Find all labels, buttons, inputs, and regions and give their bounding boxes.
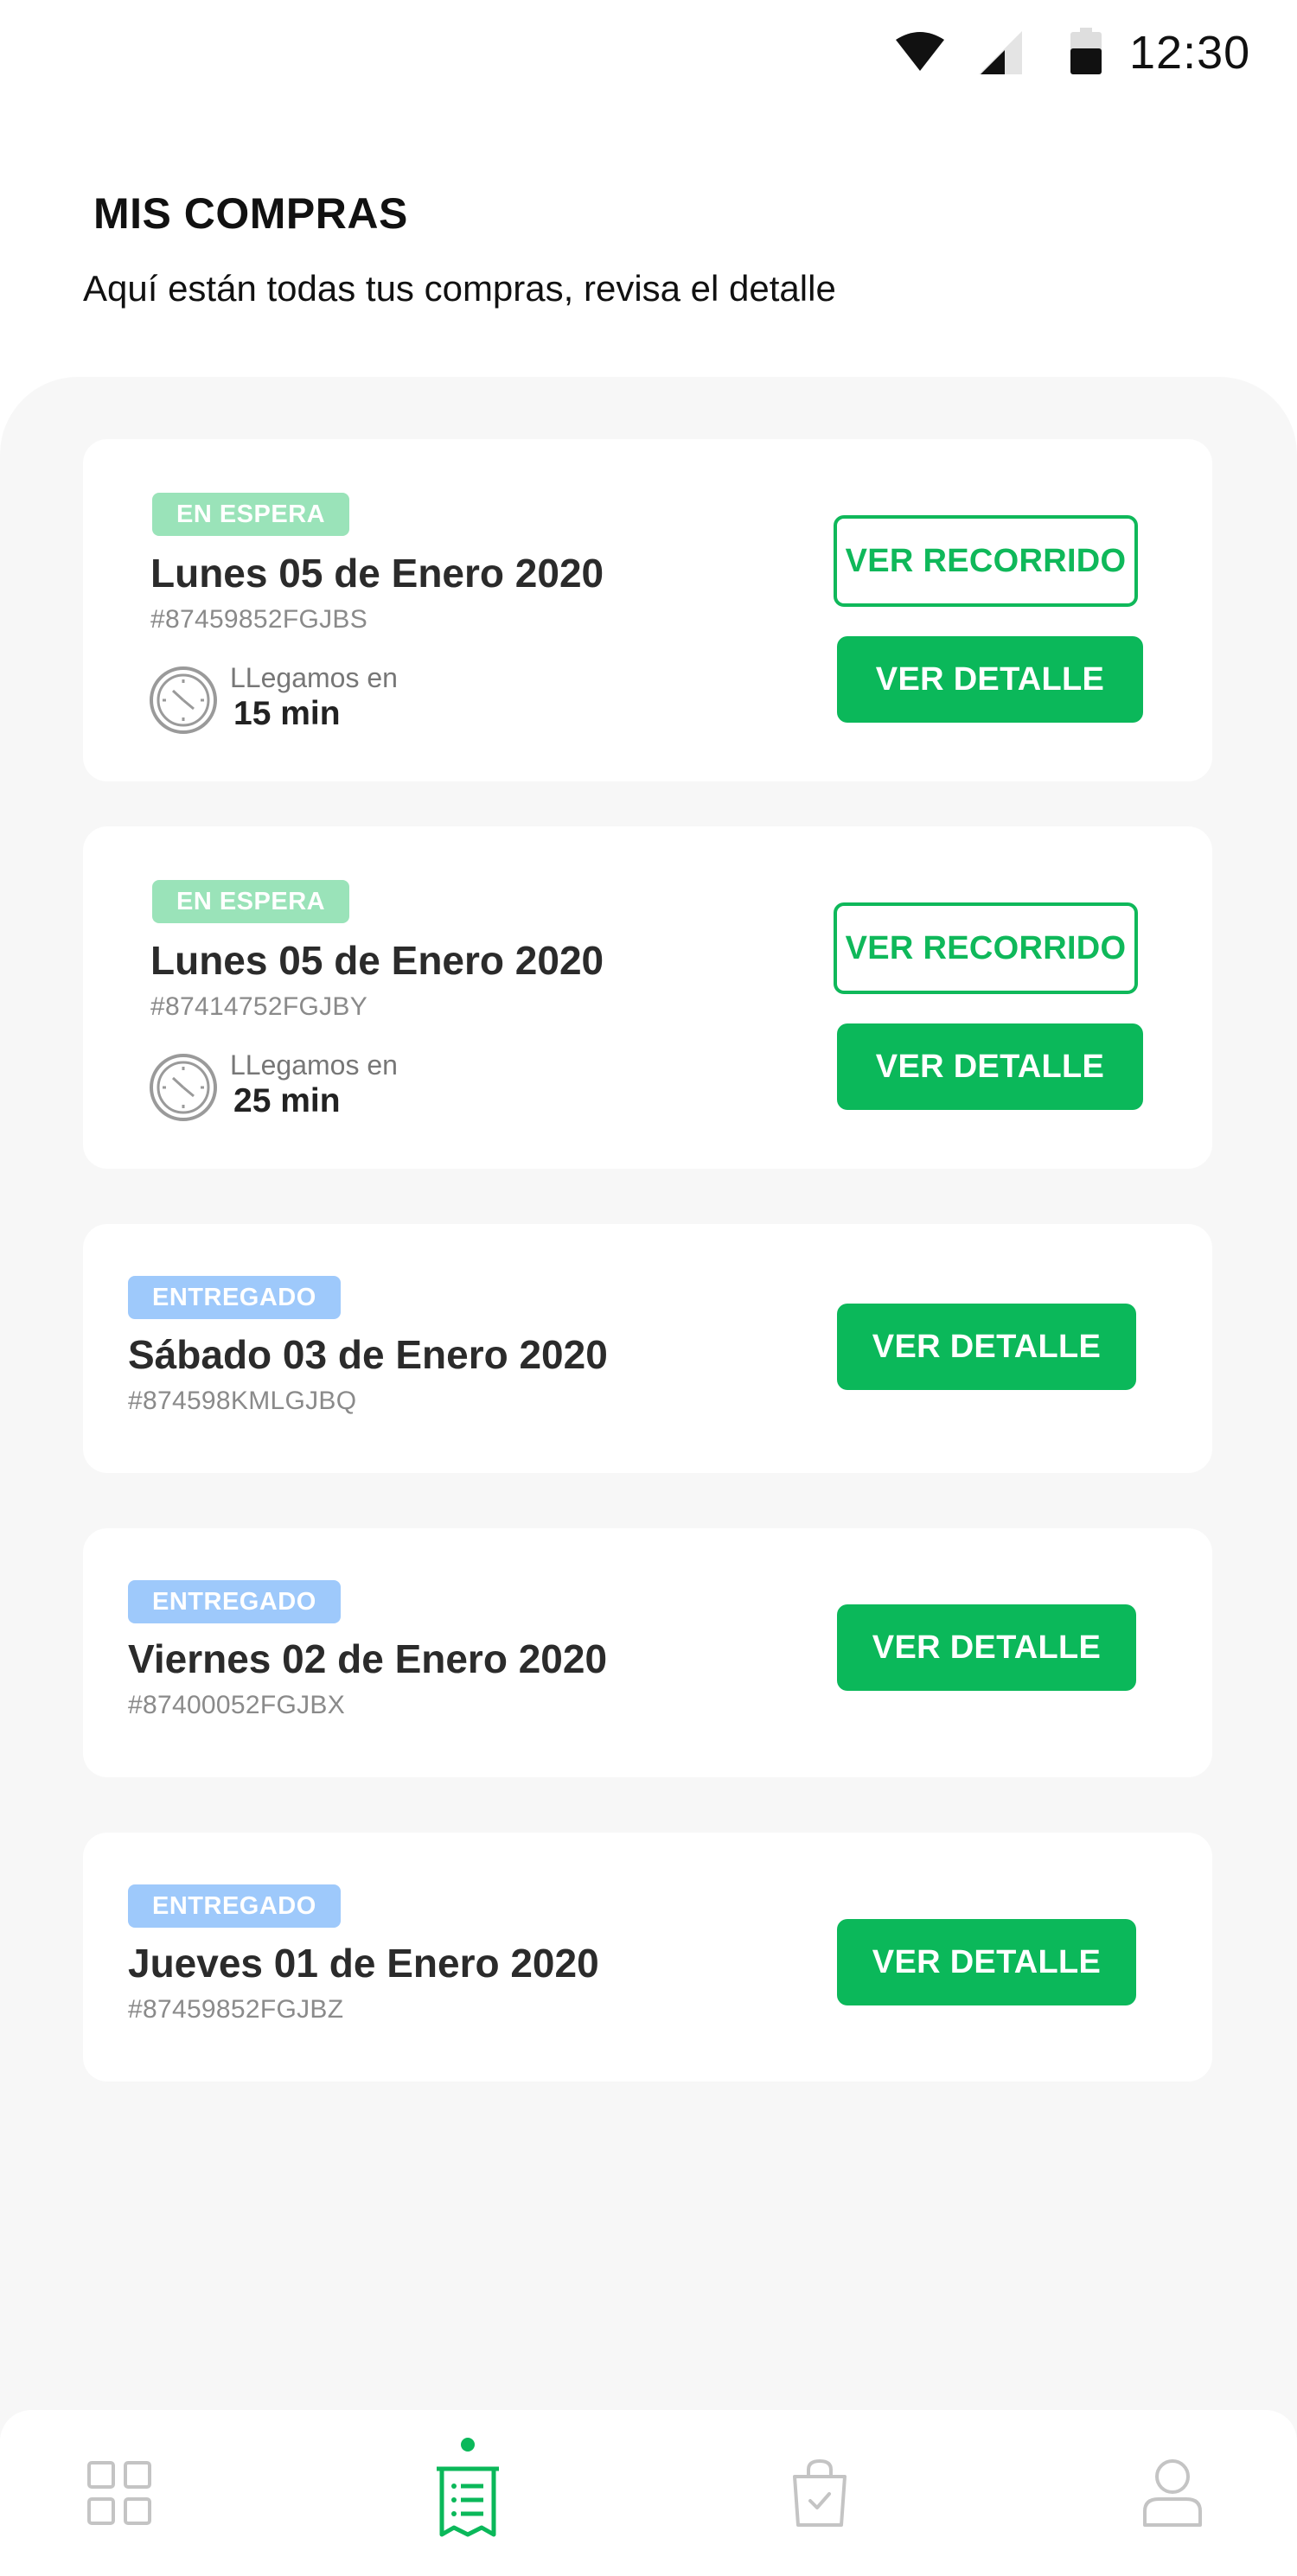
wifi-icon [896,32,944,71]
battery-icon [1070,28,1102,74]
order-date: Lunes 05 de Enero 2020 [150,938,604,983]
bottom-navigation [0,2410,1297,2576]
status-badge: ENTREGADO [128,1580,341,1623]
order-id: #874598KMLGJBQ [128,1387,357,1415]
order-date: Sábado 03 de Enero 2020 [128,1332,608,1377]
nav-purchases[interactable] [381,2410,554,2576]
status-badge: EN ESPERA [152,493,350,536]
page-subtitle: Aquí están todas tus compras, revisa el … [83,268,836,309]
track-route-button[interactable]: VER RECORRIDO [834,902,1138,994]
view-detail-button[interactable]: VER DETALLE [837,1919,1136,2005]
view-detail-button[interactable]: VER DETALLE [837,1023,1143,1110]
order-id: #87459852FGJBS [150,605,368,634]
eta-label: LLegamos en [230,1049,398,1081]
order-date: Jueves 01 de Enero 2020 [128,1941,599,1986]
track-route-button[interactable]: VER RECORRIDO [834,515,1138,607]
order-id: #87414752FGJBY [150,992,368,1021]
order-card: EN ESPERA Lunes 05 de Enero 2020 #874147… [83,826,1212,1169]
grid-icon [87,2461,151,2525]
eta-value: 25 min [233,1082,341,1119]
view-detail-button[interactable]: VER DETALLE [837,1604,1136,1691]
nav-home[interactable] [33,2410,206,2576]
status-badge: ENTREGADO [128,1276,341,1319]
order-date: Lunes 05 de Enero 2020 [150,551,604,596]
order-id: #87459852FGJBZ [128,1995,344,2024]
order-date: Viernes 02 de Enero 2020 [128,1636,608,1681]
order-card: ENTREGADO Viernes 02 de Enero 2020 #8740… [83,1528,1212,1777]
status-badge: EN ESPERA [152,880,350,923]
view-detail-button[interactable]: VER DETALLE [837,636,1143,723]
clock-icon [150,666,217,734]
eta-value: 15 min [233,695,341,732]
signal-icon [979,31,1022,74]
order-card: ENTREGADO Sábado 03 de Enero 2020 #87459… [83,1224,1212,1473]
shopping-bag-icon [793,2458,847,2527]
clock-icon [150,1054,217,1121]
receipt-list-icon [437,2466,499,2537]
order-card: EN ESPERA Lunes 05 de Enero 2020 #874598… [83,439,1212,781]
nav-cart[interactable] [733,2410,906,2576]
view-detail-button[interactable]: VER DETALLE [837,1304,1136,1390]
user-icon [1143,2459,1202,2527]
status-badge: ENTREGADO [128,1884,341,1928]
page-title: MIS COMPRAS [93,189,408,238]
order-id: #87400052FGJBX [128,1691,346,1719]
nav-profile[interactable] [1086,2410,1259,2576]
eta-label: LLegamos en [230,662,398,693]
order-card: ENTREGADO Jueves 01 de Enero 2020 #87459… [83,1833,1212,2082]
clock-time: 12:30 [1129,27,1251,79]
active-indicator [461,2438,475,2452]
status-bar: 12:30 [0,0,1297,112]
